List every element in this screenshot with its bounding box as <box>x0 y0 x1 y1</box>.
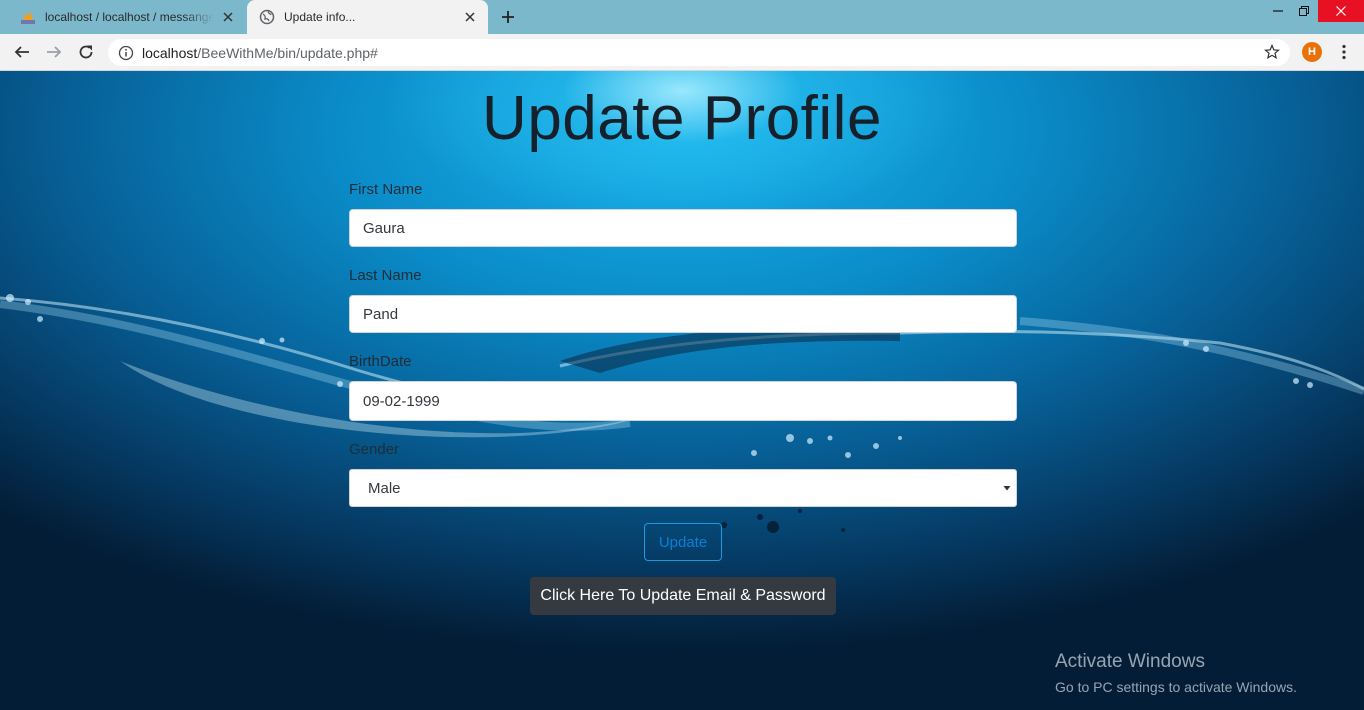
back-button[interactable] <box>10 40 34 64</box>
last-name-label: Last Name <box>349 267 422 284</box>
url-text: localhost/BeeWithMe/bin/update.php# <box>142 45 378 61</box>
reload-icon <box>79 45 93 59</box>
gender-label: Gender <box>349 441 400 458</box>
info-icon[interactable] <box>118 45 134 61</box>
tab-title: localhost / localhost / messanger <box>45 10 214 24</box>
update-button[interactable]: Update <box>644 523 722 561</box>
update-email-password-button[interactable]: Click Here To Update Email & Password <box>530 577 836 615</box>
last-name-input[interactable] <box>349 295 1017 333</box>
tab-title: Update info... <box>284 10 356 24</box>
minimize-icon <box>1273 10 1283 12</box>
gender-selected-value: Male <box>368 479 401 497</box>
restore-icon <box>1299 6 1309 16</box>
bookmark-star-icon[interactable] <box>1264 44 1280 60</box>
tab-strip: localhost / localhost / messanger Update… <box>0 0 1364 34</box>
reload-button[interactable] <box>74 40 98 64</box>
forward-arrow-icon <box>47 46 62 58</box>
close-icon <box>1336 6 1346 16</box>
watermark-title: Activate Windows <box>1055 651 1205 672</box>
restore-button[interactable] <box>1292 0 1316 22</box>
first-name-input[interactable] <box>349 209 1017 247</box>
back-arrow-icon <box>14 46 29 58</box>
gender-select[interactable]: Male <box>349 469 1017 507</box>
plus-icon <box>502 11 514 23</box>
close-tab-icon[interactable] <box>220 9 236 25</box>
close-tab-icon[interactable] <box>462 9 478 25</box>
url-host: localhost <box>142 44 198 61</box>
new-tab-button[interactable] <box>498 7 518 27</box>
first-name-label: First Name <box>349 181 423 198</box>
phpmyadmin-icon <box>21 11 35 24</box>
page-viewport: Update Profile First Name Last Name Birt… <box>0 71 1364 710</box>
watermark-subtitle: Go to PC settings to activate Windows. <box>1055 679 1297 695</box>
birthdate-label: BirthDate <box>349 353 412 370</box>
page-title: Update Profile <box>482 84 882 153</box>
close-window-button[interactable] <box>1318 0 1364 22</box>
globe-icon <box>259 9 275 25</box>
activate-windows-watermark: Activate Windows Go to PC settings to ac… <box>1055 651 1297 695</box>
tab-update-info[interactable]: Update info... <box>247 0 488 34</box>
chevron-down-icon <box>1003 486 1011 491</box>
minimize-button[interactable] <box>1266 0 1290 22</box>
birthdate-input[interactable] <box>349 381 1017 421</box>
url-path: /BeeWithMe/bin/update.php# <box>197 44 378 61</box>
tab-phpmyadmin[interactable]: localhost / localhost / messanger <box>8 0 246 34</box>
forward-button[interactable] <box>42 40 66 64</box>
kebab-menu-icon <box>1342 44 1346 60</box>
browser-toolbar: localhost/BeeWithMe/bin/update.php# H <box>0 34 1364 71</box>
address-bar[interactable]: localhost/BeeWithMe/bin/update.php# <box>108 39 1290 66</box>
browser-menu-button[interactable] <box>1334 42 1354 62</box>
profile-avatar[interactable]: H <box>1302 42 1322 62</box>
